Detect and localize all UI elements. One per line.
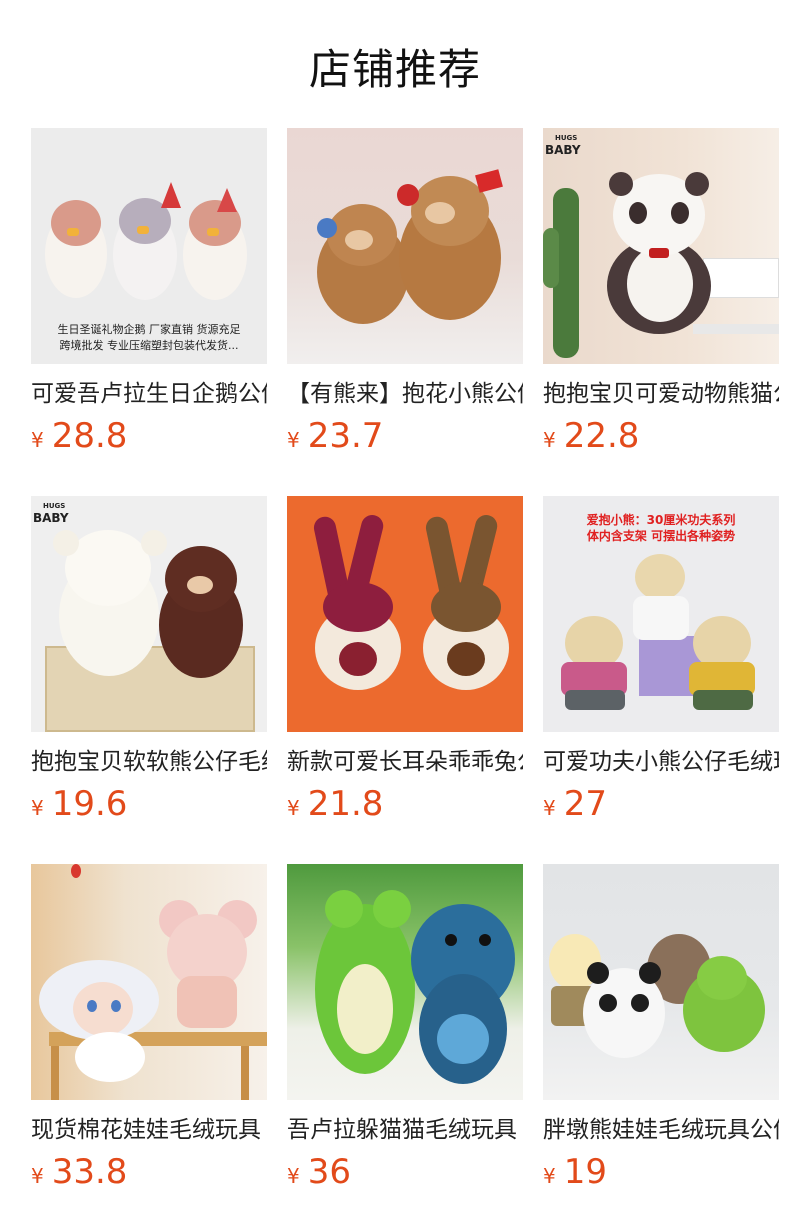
currency-symbol: ¥ <box>31 428 44 452</box>
price-value: 22.8 <box>563 416 640 456</box>
currency-symbol: ¥ <box>287 796 300 820</box>
price-value: 19 <box>563 1152 607 1192</box>
product-card[interactable]: 爱抱小熊：30厘米功夫系列 体内含支架 可摆出各种姿势 可爱功夫小熊公仔毛绒玩具… <box>543 496 779 824</box>
product-price: ¥22.8 <box>543 416 779 456</box>
product-card[interactable]: 吾卢拉躲猫猫毛绒玩具 ¥36 <box>287 864 523 1192</box>
product-price: ¥19 <box>543 1152 779 1192</box>
product-name[interactable]: 抱抱宝贝可爱动物熊猫公仔 <box>543 376 779 412</box>
product-image-bears-basket[interactable]: HUGS BABY <box>31 496 267 732</box>
brand-logo: HUGS BABY <box>33 500 69 524</box>
brand-logo: HUGS BABY <box>545 132 581 156</box>
currency-symbol: ¥ <box>287 1164 300 1188</box>
product-name[interactable]: 可爱吾卢拉生日企鹅公仔 <box>31 376 267 412</box>
product-image-bears-roses[interactable] <box>287 128 523 364</box>
currency-symbol: ¥ <box>543 1164 556 1188</box>
currency-symbol: ¥ <box>543 428 556 452</box>
product-name[interactable]: 抱抱宝贝软软熊公仔毛绒 <box>31 744 267 780</box>
product-price: ¥21.8 <box>287 784 523 824</box>
currency-symbol: ¥ <box>31 1164 44 1188</box>
brand-logo-main: BABY <box>33 511 69 525</box>
product-price: ¥23.7 <box>287 416 523 456</box>
product-card[interactable]: 新款可爱长耳朵乖乖兔公仔 ¥21.8 <box>287 496 523 824</box>
image-promo-line1: 爱抱小熊：30厘米功夫系列 <box>586 513 736 527</box>
product-price: ¥27 <box>543 784 779 824</box>
price-value: 19.6 <box>51 784 128 824</box>
price-value: 36 <box>307 1152 351 1192</box>
currency-symbol: ¥ <box>287 428 300 452</box>
product-image-bunnies[interactable] <box>287 496 523 732</box>
product-price: ¥19.6 <box>31 784 267 824</box>
price-value: 23.7 <box>307 416 384 456</box>
product-name[interactable]: 新款可爱长耳朵乖乖兔公仔 <box>287 744 523 780</box>
product-image-chubby-plush[interactable] <box>543 864 779 1100</box>
price-value: 33.8 <box>51 1152 128 1192</box>
section-title: 店铺推荐 <box>308 45 481 94</box>
product-image-kungfu-bears[interactable]: 爱抱小熊：30厘米功夫系列 体内含支架 可摆出各种姿势 <box>543 496 779 732</box>
currency-symbol: ¥ <box>543 796 556 820</box>
price-value: 21.8 <box>307 784 384 824</box>
product-image-frog-dino[interactable] <box>287 864 523 1100</box>
price-value: 28.8 <box>51 416 128 456</box>
product-image-cotton-dolls[interactable] <box>31 864 267 1100</box>
product-name[interactable]: 可爱功夫小熊公仔毛绒玩具 <box>543 744 779 780</box>
product-name[interactable]: 现货棉花娃娃毛绒玩具 <box>31 1112 267 1148</box>
product-card[interactable]: 现货棉花娃娃毛绒玩具 ¥33.8 <box>31 864 267 1192</box>
product-card[interactable]: HUGSBABY 抱抱宝贝可爱动物熊猫公仔 ¥22.8 <box>543 128 779 456</box>
product-price: ¥36 <box>287 1152 523 1192</box>
product-card[interactable]: 胖墩熊娃娃毛绒玩具公仔 ¥19 <box>543 864 779 1192</box>
image-caption-line1: 生日圣诞礼物企鹅 厂家直销 货源充足 <box>57 323 241 336</box>
product-name[interactable]: 【有熊来】抱花小熊公仔 <box>287 376 523 412</box>
product-name[interactable]: 胖墩熊娃娃毛绒玩具公仔 <box>543 1112 779 1148</box>
product-image-panda[interactable]: HUGS BABY <box>543 128 779 364</box>
product-card[interactable]: 【有熊来】抱花小熊公仔 ¥23.7 <box>287 128 523 456</box>
product-name[interactable]: 吾卢拉躲猫猫毛绒玩具 <box>287 1112 523 1148</box>
currency-symbol: ¥ <box>31 796 44 820</box>
brand-logo-main: BABY <box>545 143 581 157</box>
product-card[interactable]: HUGS BABY 抱抱宝贝软软熊公仔毛绒 ¥19.6 <box>31 496 267 824</box>
product-price: ¥28.8 <box>31 416 267 456</box>
product-price: ¥33.8 <box>31 1152 267 1192</box>
price-value: 27 <box>563 784 607 824</box>
image-caption-line2: 跨境批发 专业压缩塑封包装代发货... <box>59 339 239 352</box>
product-image-penguins[interactable]: 生日圣诞礼物企鹅 厂家直销 货源充足 跨境批发 专业压缩塑封包装代发货... <box>31 128 267 364</box>
image-promo-line2: 体内含支架 可摆出各种姿势 <box>586 529 736 543</box>
product-card[interactable]: 生日圣诞礼物企鹅 厂家直销 货源充足 跨境批发 专业压缩塑封包装代发货... 可… <box>31 128 267 456</box>
